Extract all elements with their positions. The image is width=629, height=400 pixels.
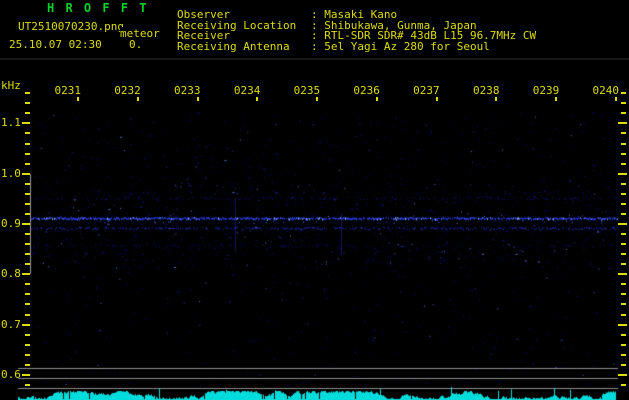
y-axis-tick-label: 1.1 bbox=[1, 116, 21, 130]
y-axis-tick-label: 0.9 bbox=[1, 217, 21, 230]
x-axis-tick bbox=[256, 97, 259, 101]
y-axis-tick bbox=[25, 363, 30, 366]
y-axis-tick-right bbox=[621, 283, 626, 286]
y-axis-tick-right bbox=[621, 243, 626, 246]
x-axis-tick-label: 0234 bbox=[233, 84, 261, 97]
y-axis-tick-right bbox=[621, 363, 626, 366]
y-axis-tick bbox=[25, 162, 30, 165]
y-axis-tick bbox=[25, 333, 30, 336]
echo-count: 0. bbox=[129, 38, 143, 51]
y-axis-tick bbox=[25, 383, 30, 386]
y-axis-tick-right bbox=[618, 172, 627, 175]
y-axis-tick bbox=[25, 353, 30, 356]
y-axis-tick bbox=[25, 202, 30, 205]
y-axis-tick-right bbox=[621, 253, 626, 256]
x-axis-tick bbox=[495, 97, 498, 101]
y-axis-tick-right bbox=[621, 263, 626, 266]
y-axis-tick-right bbox=[621, 132, 626, 135]
y-axis-tick bbox=[25, 253, 30, 256]
y-axis-tick-right bbox=[618, 223, 627, 225]
y-axis-tick-right bbox=[621, 212, 626, 215]
y-axis-tick-right bbox=[618, 373, 627, 376]
x-axis-tick-label: 0233 bbox=[174, 84, 201, 97]
y-axis-tick-right bbox=[621, 202, 626, 205]
y-axis-tick bbox=[25, 92, 30, 95]
x-axis-tick bbox=[316, 97, 319, 101]
y-axis-unit-label: kHz bbox=[1, 79, 21, 92]
y-axis-tick-right bbox=[621, 383, 626, 386]
x-axis-tick-label: 0231 bbox=[54, 84, 82, 97]
y-axis-tick bbox=[25, 263, 30, 266]
x-axis-tick bbox=[555, 97, 558, 101]
app-title: H R O F F T bbox=[47, 1, 149, 15]
x-axis-tick-label: 0238 bbox=[472, 84, 500, 97]
y-axis-tick-right bbox=[621, 293, 626, 296]
x-axis-tick-label: 0240 bbox=[592, 84, 620, 97]
y-axis-tick-right bbox=[621, 313, 626, 316]
field-label-antenna: Receiving Antenna bbox=[177, 39, 290, 53]
y-axis-tick bbox=[25, 142, 30, 145]
x-axis-tick bbox=[435, 97, 438, 101]
y-axis-tick bbox=[25, 212, 30, 215]
spectrogram-canvas bbox=[0, 0, 629, 400]
y-axis-tick bbox=[25, 112, 30, 115]
y-axis-tick-right bbox=[621, 192, 626, 195]
y-axis-tick-right bbox=[621, 353, 626, 356]
field-value-antenna: : 5el Yagi Az 280 for Seoul bbox=[311, 39, 490, 53]
hrofft-window: H R O F F T UT2510070230.png meteor 25.1… bbox=[0, 0, 629, 400]
y-axis-tick-right bbox=[621, 182, 626, 185]
x-axis-tick-label: 0236 bbox=[353, 84, 380, 97]
y-axis-tick-label: 0.6 bbox=[1, 367, 21, 381]
x-axis-tick-label: 0232 bbox=[114, 84, 141, 97]
y-axis-tick-right bbox=[621, 112, 626, 115]
y-axis-tick-right bbox=[618, 323, 627, 326]
x-axis-tick bbox=[77, 97, 79, 101]
y-axis-tick bbox=[25, 303, 30, 306]
y-axis-tick bbox=[25, 283, 30, 286]
y-axis-tick-right bbox=[621, 102, 626, 105]
y-axis-tick bbox=[25, 233, 30, 236]
y-axis-tick-right bbox=[618, 122, 627, 125]
y-axis-tick bbox=[25, 192, 30, 195]
y-axis-tick bbox=[25, 102, 30, 105]
x-axis-tick-label: 0237 bbox=[413, 84, 440, 97]
y-axis-tick bbox=[25, 132, 30, 135]
timestamp: 25.10.07 02:30 bbox=[9, 38, 102, 51]
y-axis-tick bbox=[25, 313, 30, 316]
y-axis-tick-right bbox=[621, 303, 626, 306]
y-axis-tick bbox=[25, 243, 30, 246]
y-axis-tick-right bbox=[621, 142, 626, 145]
x-axis-tick-label: 0239 bbox=[532, 84, 560, 97]
y-axis-tick bbox=[25, 293, 30, 296]
y-axis-tick-right bbox=[618, 273, 627, 276]
y-axis-tick-label: 0.7 bbox=[1, 317, 21, 331]
y-axis-tick bbox=[25, 152, 30, 155]
y-axis-tick-label: 0.8 bbox=[1, 267, 21, 281]
y-axis-tick-label: 1.0 bbox=[1, 166, 21, 180]
x-axis-tick bbox=[136, 97, 139, 101]
x-axis-tick-label: 0235 bbox=[293, 84, 321, 97]
x-axis-tick bbox=[375, 97, 378, 101]
x-axis-tick bbox=[615, 97, 618, 101]
x-axis-tick bbox=[196, 97, 199, 101]
y-axis-tick bbox=[25, 182, 30, 185]
y-axis-tick-right bbox=[621, 92, 626, 95]
y-axis-tick bbox=[25, 343, 30, 346]
y-axis-tick-right bbox=[621, 152, 626, 155]
output-filename: UT2510070230.png bbox=[18, 20, 124, 33]
y-axis-tick-right bbox=[621, 233, 626, 236]
y-axis-tick-right bbox=[621, 343, 626, 346]
y-axis-tick-right bbox=[621, 162, 626, 165]
y-axis-tick-right bbox=[621, 333, 626, 336]
